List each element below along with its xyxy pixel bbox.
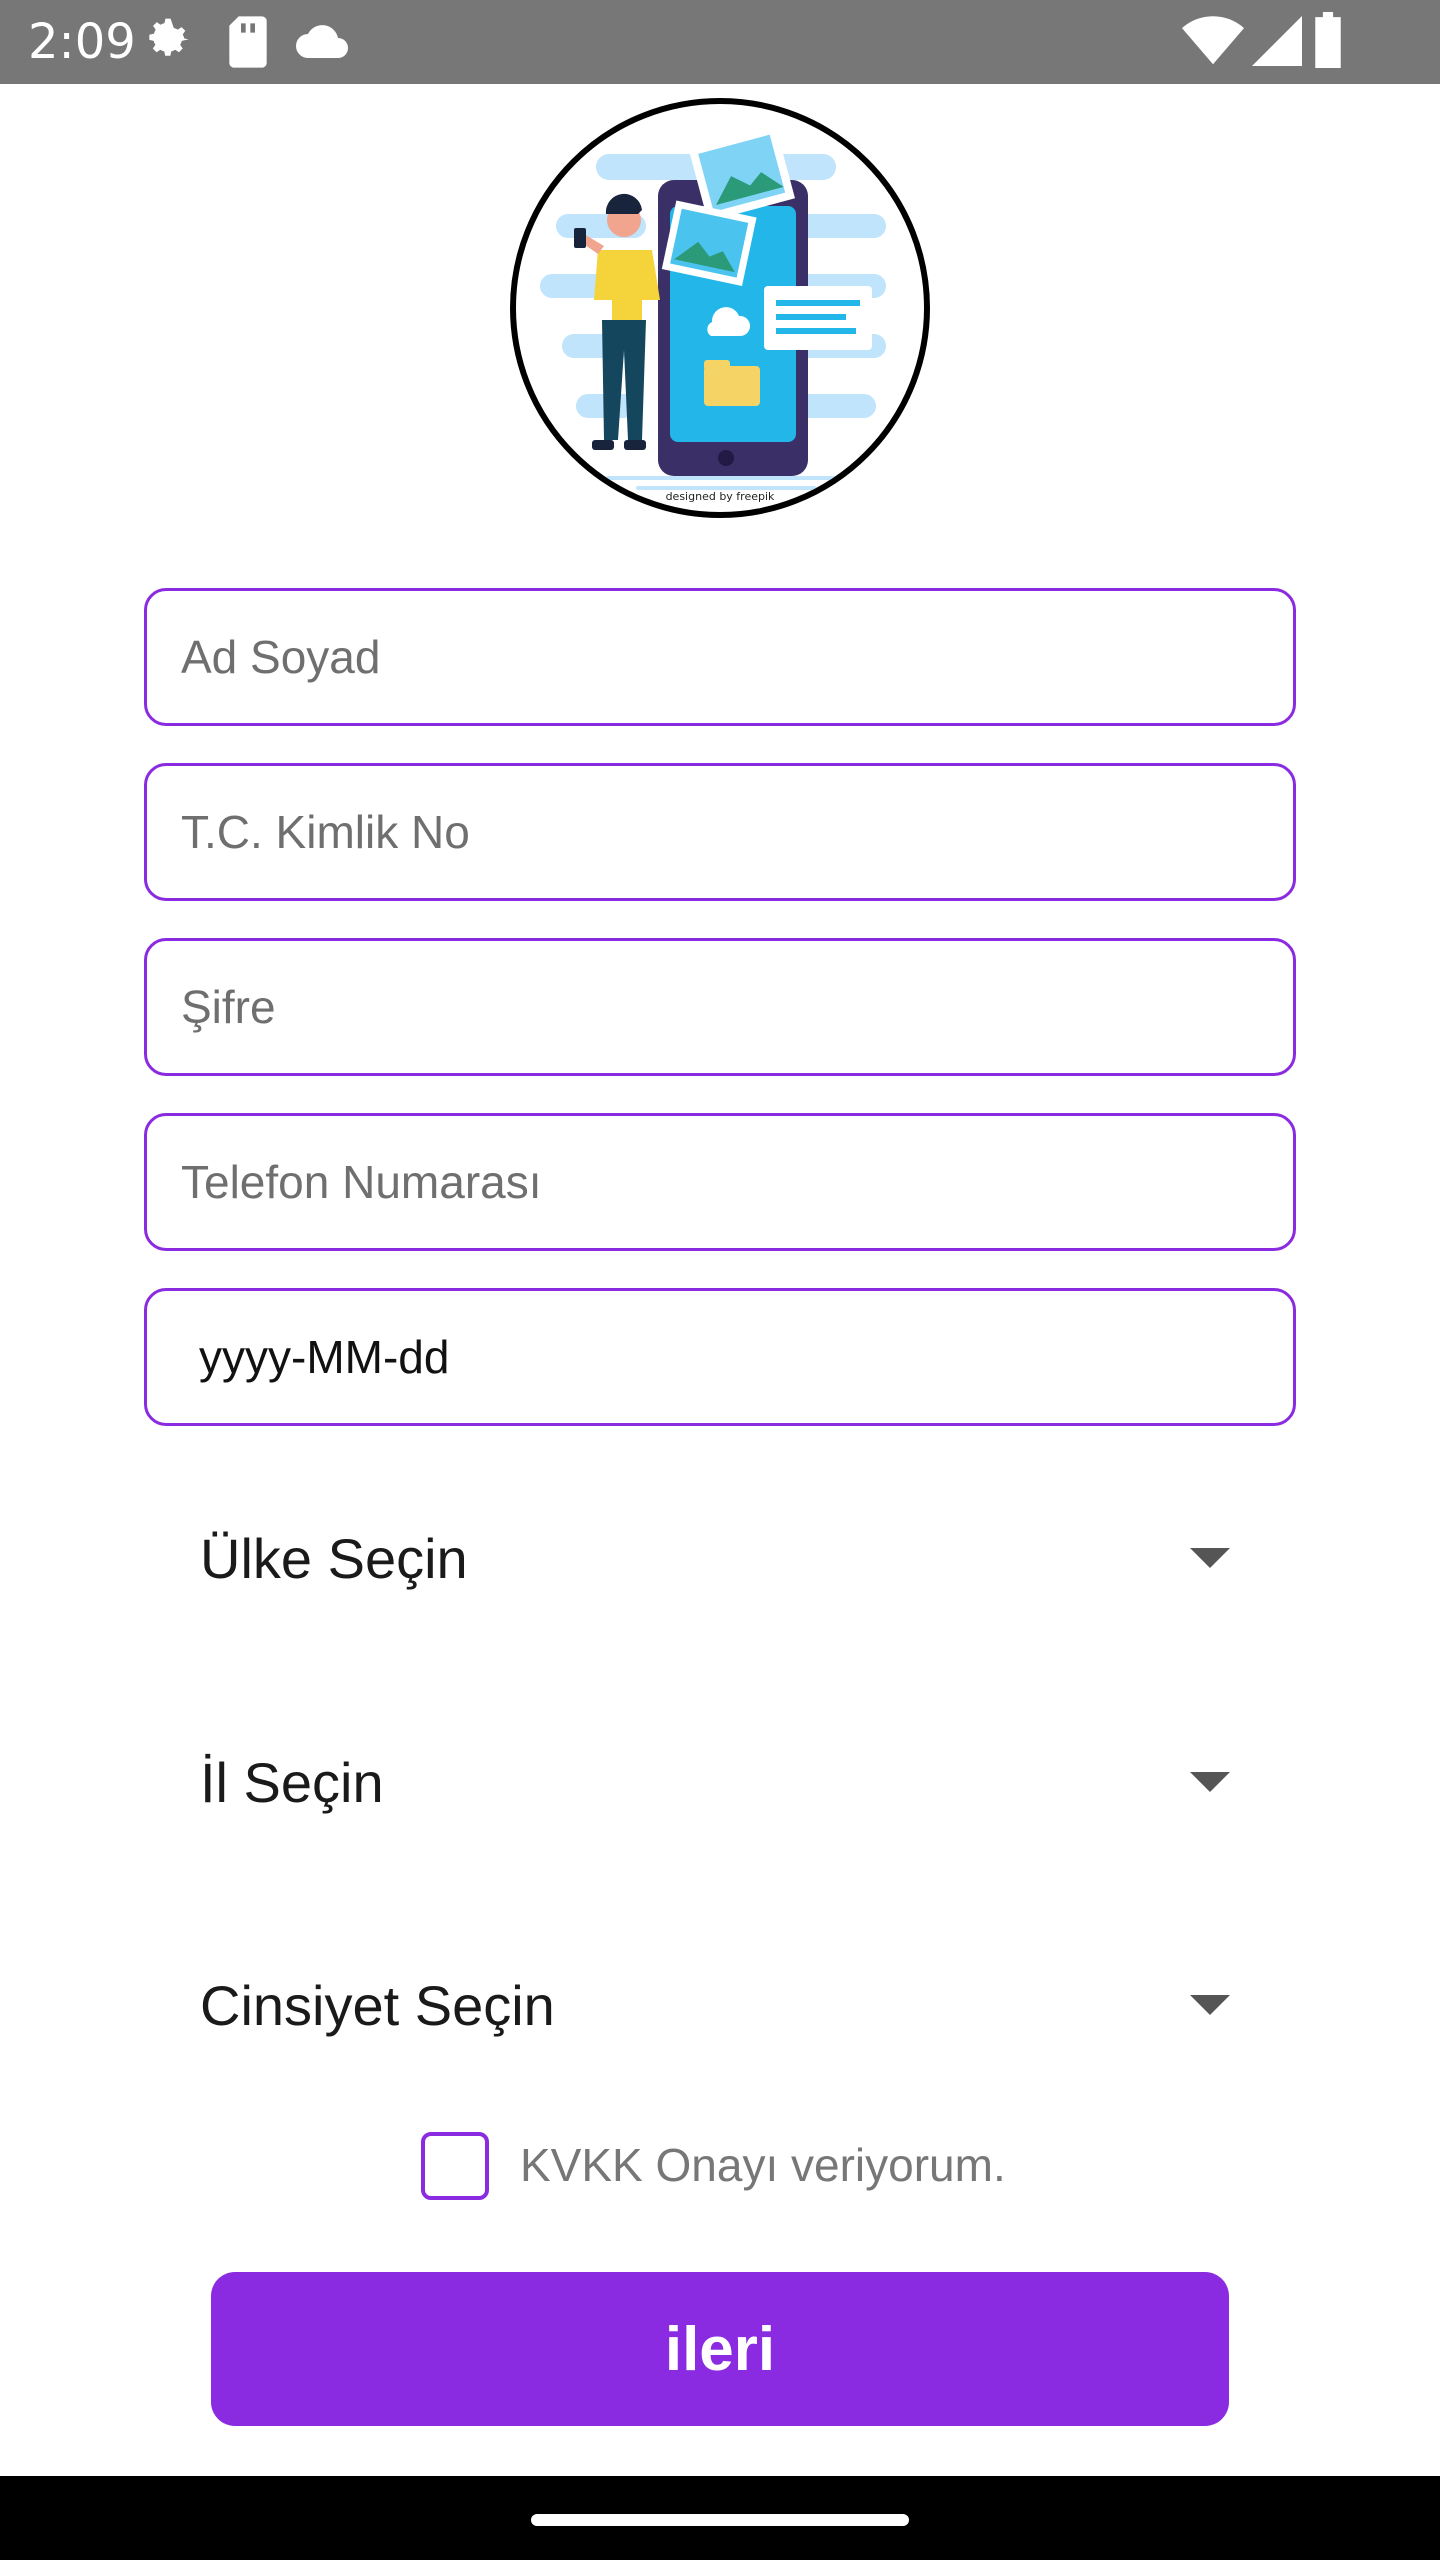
birth-date-value: yyyy-MM-dd bbox=[199, 1331, 450, 1383]
phone-field[interactable] bbox=[144, 1113, 1296, 1251]
next-button[interactable]: ileri bbox=[211, 2272, 1229, 2426]
signal-icon bbox=[1252, 16, 1302, 66]
phone-input[interactable] bbox=[147, 1116, 1293, 1248]
password-input[interactable] bbox=[147, 941, 1293, 1073]
chevron-down-icon bbox=[1190, 1995, 1230, 2015]
sd-card-icon bbox=[229, 16, 267, 68]
illustration-credit: designed by freepik bbox=[665, 490, 775, 503]
country-dropdown[interactable]: Ülke Seçin bbox=[144, 1488, 1296, 1628]
wifi-icon bbox=[1182, 16, 1244, 65]
city-dropdown[interactable]: İl Seçin bbox=[144, 1712, 1296, 1852]
phone-illustration bbox=[540, 124, 886, 490]
country-dropdown-label: Ülke Seçin bbox=[200, 1526, 468, 1590]
chevron-down-icon bbox=[1190, 1548, 1230, 1568]
settings-icon bbox=[149, 18, 189, 56]
chevron-down-icon bbox=[1190, 1772, 1230, 1792]
birth-date-field[interactable]: yyyy-MM-dd bbox=[144, 1288, 1296, 1426]
home-indicator[interactable] bbox=[531, 2514, 909, 2526]
tc-id-field[interactable] bbox=[144, 763, 1296, 901]
status-bar: 2:09 bbox=[0, 0, 1440, 84]
gender-dropdown[interactable]: Cinsiyet Seçin bbox=[144, 1935, 1296, 2075]
password-field[interactable] bbox=[144, 938, 1296, 1076]
status-time: 2:09 bbox=[28, 14, 136, 70]
cloud-icon bbox=[296, 25, 348, 58]
full-name-input[interactable] bbox=[147, 591, 1293, 723]
full-name-field[interactable] bbox=[144, 588, 1296, 726]
tc-id-input[interactable] bbox=[147, 766, 1293, 898]
gender-dropdown-label: Cinsiyet Seçin bbox=[200, 1973, 555, 2037]
kvkk-checkbox[interactable] bbox=[421, 2132, 489, 2200]
kvkk-checkbox-label[interactable]: KVKK Onayı veriyorum. bbox=[520, 2138, 1006, 2192]
navigation-bar bbox=[0, 2476, 1440, 2560]
avatar: designed by freepik bbox=[510, 98, 930, 518]
city-dropdown-label: İl Seçin bbox=[200, 1750, 384, 1814]
battery-icon bbox=[1315, 12, 1341, 68]
